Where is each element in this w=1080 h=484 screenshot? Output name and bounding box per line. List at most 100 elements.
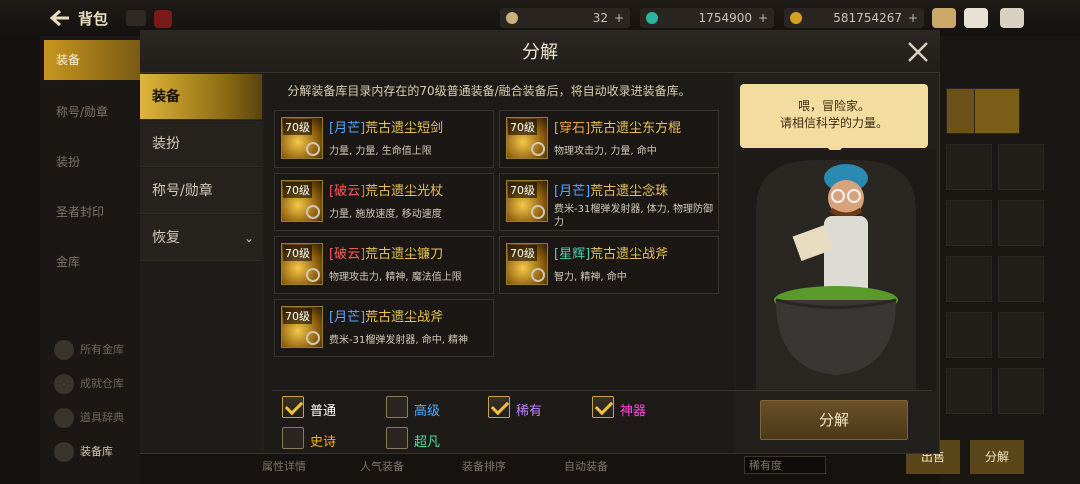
filter-label-advanced: 高级 (414, 404, 441, 419)
item-card[interactable]: 70级 [月芒]荒古遗尘念珠 费米-31榴弹发射器, 体力, 物理防御力 (499, 173, 719, 231)
currency-coin-value: 32 (592, 11, 608, 25)
item-name: [月芒]荒古遗尘念珠 (554, 180, 668, 199)
decompose-button[interactable]: 分解 (760, 400, 908, 440)
info-text: 分解装备库目录内存在的70级普通装备/融合装备后，将自动收录进装备库。 (287, 84, 691, 98)
lock-icon (531, 268, 545, 282)
item-tag: [穿石] (554, 121, 591, 136)
item-card[interactable]: 70级 [月芒]荒古遗尘战斧 费米-31榴弹发射器, 命中, 精神 (274, 299, 494, 357)
back-arrow-icon[interactable] (50, 9, 70, 27)
tab-restore[interactable]: 恢复 ⌄ (140, 215, 262, 261)
filter-label-normal: 普通 (310, 404, 337, 419)
bg-bottom-button[interactable]: 装备排序 (462, 458, 506, 474)
mail-red-icon[interactable] (154, 10, 172, 28)
filter-checkbox-artifact[interactable] (592, 396, 614, 418)
mailbox-icon[interactable] (964, 8, 988, 28)
storage-icon (54, 340, 74, 360)
chat-icon[interactable] (1000, 8, 1024, 28)
item-level: 70级 (283, 182, 312, 198)
tab-equipment[interactable]: 装备 (140, 74, 262, 120)
grid-cell[interactable] (998, 256, 1044, 302)
bg-subitem[interactable]: 成就仓库 (54, 374, 124, 394)
item-tag: [星辉] (554, 247, 591, 262)
bg-subitem[interactable]: 装备库 (54, 442, 113, 462)
item-base-name: 荒古遗尘短剑 (365, 121, 444, 136)
filter-checkbox-rare[interactable] (488, 396, 510, 418)
filter-label-epic: 史诗 (310, 435, 337, 450)
bg-sidebar-item[interactable]: 金库 (44, 242, 140, 282)
filter-checkbox-normal[interactable] (282, 396, 304, 418)
item-stats: 力量, 施放速度, 移动速度 (329, 209, 442, 220)
bg-subitem[interactable]: 道具辞典 (54, 408, 124, 428)
bg-subitem[interactable]: 所有金库 (54, 340, 124, 360)
item-card[interactable]: 70级 [月芒]荒古遗尘短剑 力量, 力量, 生命值上限 (274, 110, 494, 168)
tab-costume[interactable]: 装扮 (140, 121, 262, 167)
achievement-icon (54, 374, 74, 394)
item-stats: 物理攻击力, 精神, 魔法值上限 (329, 272, 462, 283)
shop-icon[interactable] (932, 8, 956, 28)
filter-label-artifact: 神器 (620, 404, 647, 419)
grid-cell[interactable] (998, 312, 1044, 358)
grid-cell[interactable] (946, 256, 992, 302)
grid-cell[interactable] (946, 144, 992, 190)
lock-icon (306, 142, 320, 156)
item-thumbnail: 70级 (281, 243, 323, 285)
item-tag: [月芒] (554, 184, 591, 199)
item-thumbnail: 70级 (281, 180, 323, 222)
currency-gold: 581754267 + (784, 8, 924, 28)
grid-cell[interactable] (998, 368, 1044, 414)
item-level: 70级 (283, 119, 312, 135)
item-tag: [破云] (329, 184, 366, 199)
item-stats: 费米-31榴弹发射器, 体力, 物理防御力 (554, 204, 714, 228)
item-thumbnail: 70级 (506, 117, 548, 159)
item-level: 70级 (508, 119, 537, 135)
filter-checkbox-epic[interactable] (282, 427, 304, 449)
coin-icon (506, 12, 518, 24)
item-name: [穿石]荒古遗尘东方棍 (554, 117, 681, 136)
filter-checkbox-transcendent[interactable] (386, 427, 408, 449)
item-thumbnail: 70级 (281, 117, 323, 159)
tab-title-medal[interactable]: 称号/勋章 (140, 168, 262, 214)
plus-icon[interactable]: + (758, 8, 768, 28)
item-card[interactable]: 70级 [穿石]荒古遗尘东方棍 物理攻击力, 力量, 命中 (499, 110, 719, 168)
gold-icon (790, 12, 802, 24)
grid-cell[interactable] (998, 200, 1044, 246)
currency-gem: 1754900 + (640, 8, 774, 28)
item-card[interactable]: 70级 [破云]荒古遗尘镰刀 物理攻击力, 精神, 魔法值上限 (274, 236, 494, 294)
item-level: 70级 (508, 245, 537, 261)
gem-icon (646, 12, 658, 24)
bg-sidebar-item[interactable]: 装备 (44, 40, 140, 80)
item-level: 70级 (508, 182, 537, 198)
bg-sidebar-item[interactable]: 称号/勋章 (44, 92, 140, 132)
eye-icon[interactable] (126, 10, 146, 26)
bg-bottom-button[interactable]: 人气装备 (360, 458, 404, 474)
chevron-down-icon: ⌄ (243, 231, 254, 245)
item-tag: [月芒] (329, 121, 366, 136)
lock-icon (531, 142, 545, 156)
bg-sidebar-item[interactable]: 装扮 (44, 142, 140, 182)
item-base-name: 荒古遗尘镰刀 (365, 247, 444, 262)
plus-icon[interactable]: + (614, 8, 624, 28)
item-card[interactable]: 70级 [破云]荒古遗尘光杖 力量, 施放速度, 移动速度 (274, 173, 494, 231)
item-stats: 费米-31榴弹发射器, 命中, 精神 (329, 335, 469, 346)
grid-cell[interactable] (946, 368, 992, 414)
grid-cell[interactable] (974, 88, 1020, 134)
bg-decompose-button[interactable]: 分解 (970, 440, 1024, 474)
grid-cell[interactable] (998, 144, 1044, 190)
bg-sidebar-item[interactable]: 圣者封印 (44, 192, 140, 232)
filter-divider (272, 390, 932, 391)
bg-sort-select[interactable]: 稀有度 (744, 456, 826, 474)
filter-checkbox-advanced[interactable] (386, 396, 408, 418)
bg-bottom-button[interactable]: 自动装备 (564, 458, 608, 474)
item-tag: [破云] (329, 247, 366, 262)
close-icon[interactable] (906, 40, 930, 64)
grid-cell[interactable] (946, 312, 992, 358)
item-name: [月芒]荒古遗尘短剑 (329, 117, 443, 136)
item-card[interactable]: 70级 [星辉]荒古遗尘战斧 智力, 精神, 命中 (499, 236, 719, 294)
bg-bottom-button[interactable]: 属性详情 (262, 458, 306, 474)
plus-icon[interactable]: + (908, 8, 918, 28)
filter-label-rare: 稀有 (516, 404, 543, 419)
filter-label-transcendent: 超凡 (414, 435, 441, 450)
grid-cell[interactable] (946, 200, 992, 246)
item-stats: 物理攻击力, 力量, 命中 (554, 146, 657, 157)
book-icon (54, 408, 74, 428)
